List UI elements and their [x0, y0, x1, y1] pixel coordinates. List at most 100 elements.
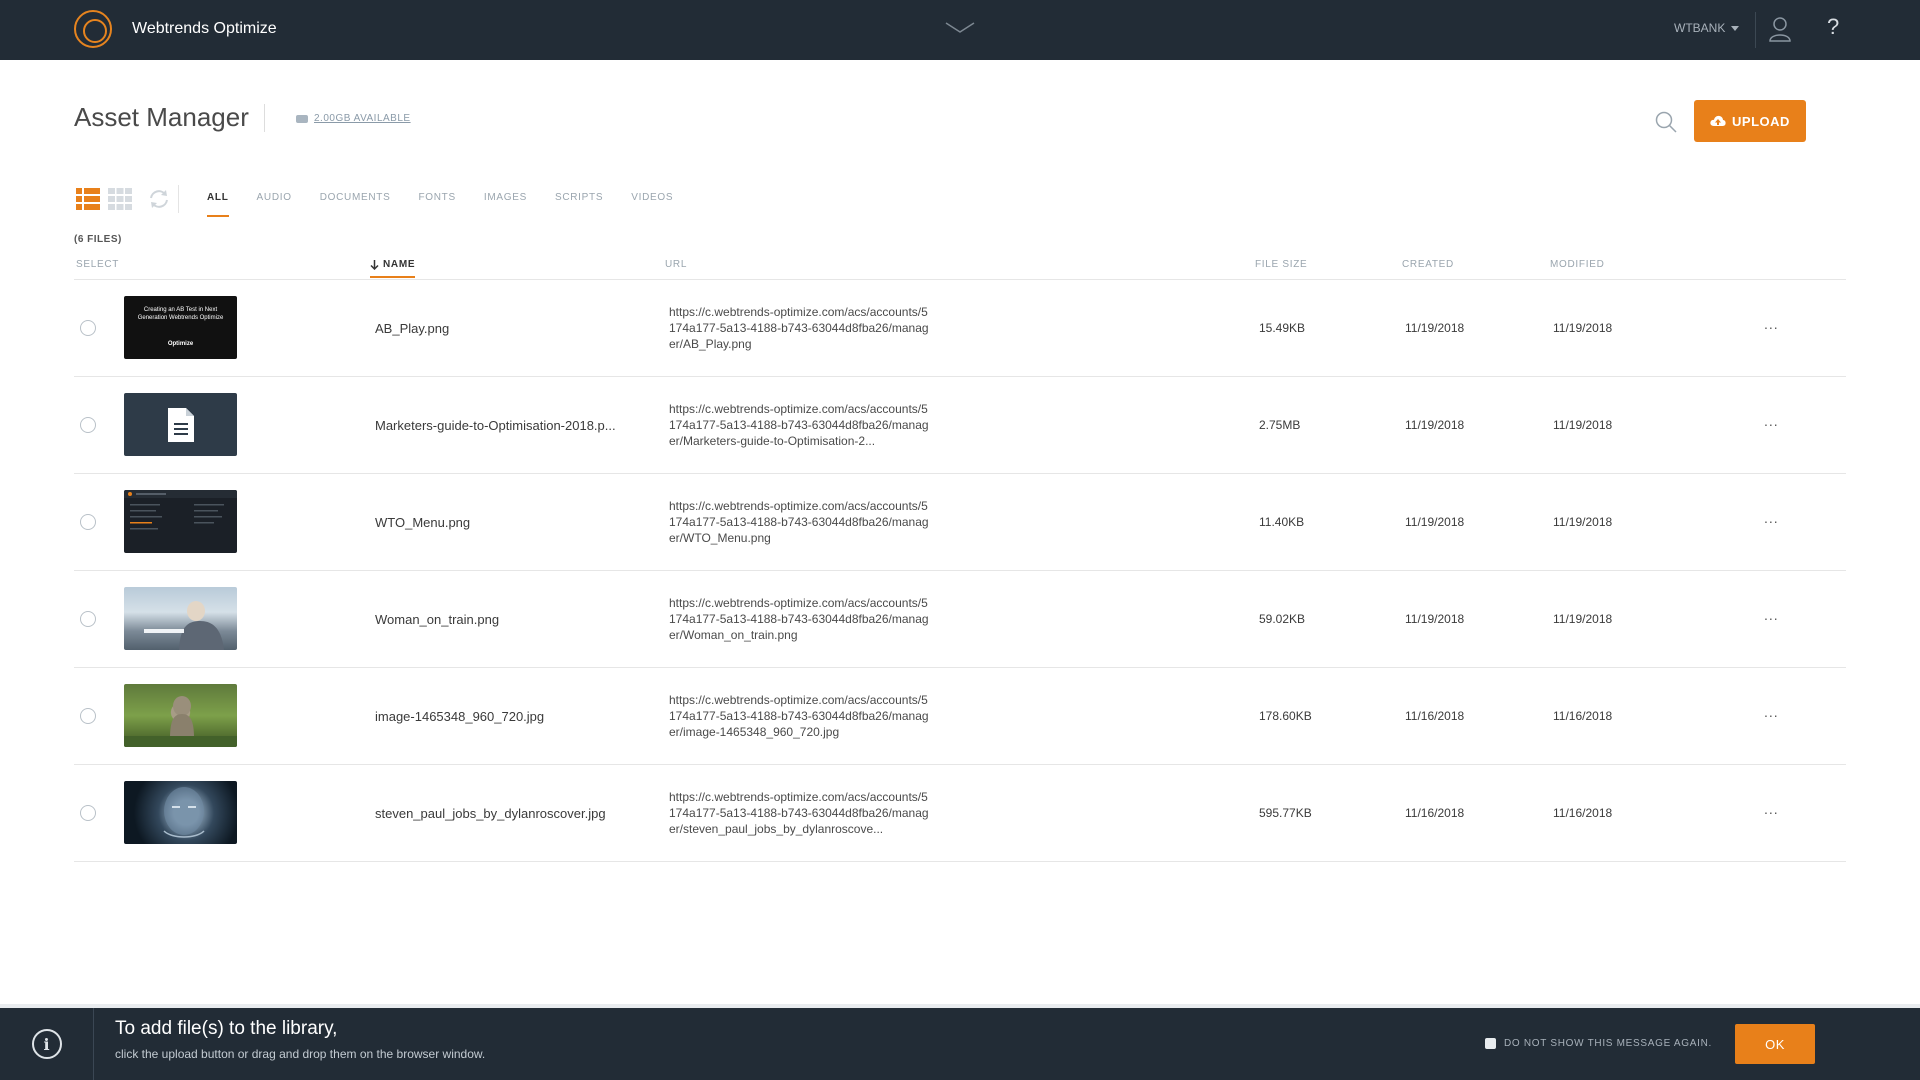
tab-audio[interactable]: AUDIO	[257, 192, 292, 217]
thumbnail-caption: Creating an AB Test in Next Generation W…	[137, 307, 224, 321]
checkbox[interactable]	[1485, 1038, 1496, 1049]
file-name[interactable]: AB_Play.png	[375, 321, 625, 336]
message-bar-top-border	[0, 1004, 1920, 1008]
file-modified: 11/16/2018	[1553, 709, 1613, 723]
column-header-url[interactable]: URL	[665, 259, 687, 270]
file-modified: 11/19/2018	[1553, 515, 1613, 529]
app-name[interactable]: Webtrends Optimize	[132, 20, 277, 38]
select-radio[interactable]	[80, 320, 96, 336]
file-url: https://c.webtrends-optimize.com/acs/acc…	[669, 402, 929, 448]
page-title: Asset Manager	[74, 102, 249, 132]
message-subtitle: click the upload button or drag and drop…	[115, 1047, 486, 1061]
file-size: 2.75MB	[1259, 418, 1301, 432]
grid-view-icon[interactable]	[108, 188, 132, 210]
column-header-name[interactable]: NAME	[370, 259, 416, 278]
more-options-icon[interactable]: ...	[1764, 607, 1779, 623]
tab-documents[interactable]: DOCUMENTS	[320, 192, 391, 217]
statue-photo	[124, 696, 237, 747]
ok-button-label: OK	[1765, 1036, 1785, 1052]
file-created: 11/19/2018	[1405, 418, 1465, 432]
file-created: 11/16/2018	[1405, 709, 1465, 723]
more-options-icon[interactable]: ...	[1764, 510, 1779, 526]
column-header-file-size[interactable]: FILE SIZE	[1255, 259, 1307, 270]
table-row[interactable]: Marketers-guide-to-Optimisation-2018.p..…	[74, 377, 1846, 474]
file-thumbnail[interactable]: Creating an AB Test in Next Generation W…	[124, 296, 237, 359]
filter-tabs: ALL AUDIO DOCUMENTS FONTS IMAGES SCRIPTS…	[207, 192, 701, 217]
file-name[interactable]: steven_paul_jobs_by_dylanroscover.jpg	[375, 806, 625, 821]
account-name: WTBANK	[1674, 21, 1726, 35]
caret-down-icon	[1731, 25, 1740, 31]
table-row[interactable]: WTO_Menu.png https://c.webtrends-optimiz…	[74, 474, 1846, 571]
top-navigation-bar: Webtrends Optimize WTBANK ?	[0, 0, 1920, 60]
file-thumbnail[interactable]	[124, 587, 237, 650]
column-header-created[interactable]: CREATED	[1402, 259, 1454, 270]
account-dropdown[interactable]: WTBANK	[1674, 21, 1740, 35]
file-modified: 11/19/2018	[1553, 418, 1613, 432]
file-name[interactable]: Woman_on_train.png	[375, 612, 625, 627]
storage-available-link[interactable]: 2.00GB AVAILABLE	[296, 113, 411, 124]
ok-button[interactable]: OK	[1735, 1024, 1815, 1064]
select-radio[interactable]	[80, 417, 96, 433]
woman-on-train-photo	[144, 601, 224, 650]
file-name[interactable]: WTO_Menu.png	[375, 515, 625, 530]
more-options-icon[interactable]: ...	[1764, 413, 1779, 429]
file-thumbnail[interactable]	[124, 684, 237, 747]
file-thumbnail[interactable]	[124, 781, 237, 844]
file-created: 11/16/2018	[1405, 806, 1465, 820]
file-size: 178.60KB	[1259, 709, 1312, 723]
column-header-name-label: NAME	[383, 259, 416, 270]
portrait-photo	[163, 787, 205, 838]
info-cell: i	[0, 1008, 94, 1080]
column-header-modified[interactable]: MODIFIED	[1550, 259, 1605, 270]
select-radio[interactable]	[80, 708, 96, 724]
file-modified: 11/19/2018	[1553, 321, 1613, 335]
info-icon: i	[31, 1029, 62, 1059]
more-options-icon[interactable]: ...	[1764, 704, 1779, 720]
file-size: 595.77KB	[1259, 806, 1312, 820]
do-not-show-checkbox[interactable]: DO NOT SHOW THIS MESSAGE AGAIN.	[1485, 1038, 1712, 1049]
table-header: SELECT NAME URL FILE SIZE CREATED MODIFI…	[74, 256, 1846, 280]
refresh-icon[interactable]	[148, 188, 170, 210]
column-header-select: SELECT	[76, 259, 120, 270]
document-icon	[167, 407, 194, 442]
message-title: To add file(s) to the library,	[115, 1018, 338, 1039]
file-url: https://c.webtrends-optimize.com/acs/acc…	[669, 596, 929, 642]
select-radio[interactable]	[80, 611, 96, 627]
file-name[interactable]: image-1465348_960_720.jpg	[375, 709, 625, 724]
cloud-upload-icon	[1710, 115, 1726, 126]
upload-hint-bar: i To add file(s) to the library, click t…	[0, 1004, 1920, 1080]
file-thumbnail[interactable]	[124, 393, 237, 456]
tab-videos[interactable]: VIDEOS	[631, 192, 673, 217]
select-radio[interactable]	[80, 805, 96, 821]
file-url: https://c.webtrends-optimize.com/acs/acc…	[669, 693, 929, 739]
webtrends-logo-icon[interactable]	[74, 10, 112, 48]
thumbnail-brand: Optimize	[167, 341, 194, 347]
table-row[interactable]: Creating an AB Test in Next Generation W…	[74, 280, 1846, 377]
table-row[interactable]: steven_paul_jobs_by_dylanroscover.jpg ht…	[74, 765, 1846, 862]
file-count: (6 FILES)	[74, 234, 122, 245]
file-thumbnail[interactable]	[124, 490, 237, 553]
list-view-icon[interactable]	[76, 188, 100, 210]
chevron-down-icon[interactable]	[944, 20, 976, 36]
file-created: 11/19/2018	[1405, 321, 1465, 335]
more-options-icon[interactable]: ...	[1764, 316, 1779, 332]
user-icon[interactable]	[1768, 16, 1792, 42]
tab-images[interactable]: IMAGES	[484, 192, 527, 217]
more-options-icon[interactable]: ...	[1764, 801, 1779, 817]
file-created: 11/19/2018	[1405, 612, 1465, 626]
file-modified: 11/16/2018	[1553, 806, 1613, 820]
storage-icon	[296, 114, 308, 123]
file-name[interactable]: Marketers-guide-to-Optimisation-2018.p..…	[375, 418, 625, 433]
file-url: https://c.webtrends-optimize.com/acs/acc…	[669, 499, 929, 545]
do-not-show-label: DO NOT SHOW THIS MESSAGE AGAIN.	[1504, 1038, 1713, 1049]
upload-button[interactable]: UPLOAD	[1694, 100, 1806, 142]
help-icon[interactable]: ?	[1827, 14, 1839, 40]
search-icon[interactable]	[1654, 110, 1678, 134]
select-radio[interactable]	[80, 514, 96, 530]
table-row[interactable]: image-1465348_960_720.jpg https://c.webt…	[74, 668, 1846, 765]
tab-scripts[interactable]: SCRIPTS	[555, 192, 603, 217]
tab-all[interactable]: ALL	[207, 192, 229, 217]
table-row[interactable]: Woman_on_train.png https://c.webtrends-o…	[74, 571, 1846, 668]
tab-fonts[interactable]: FONTS	[418, 192, 455, 217]
upload-button-label: UPLOAD	[1732, 113, 1790, 129]
